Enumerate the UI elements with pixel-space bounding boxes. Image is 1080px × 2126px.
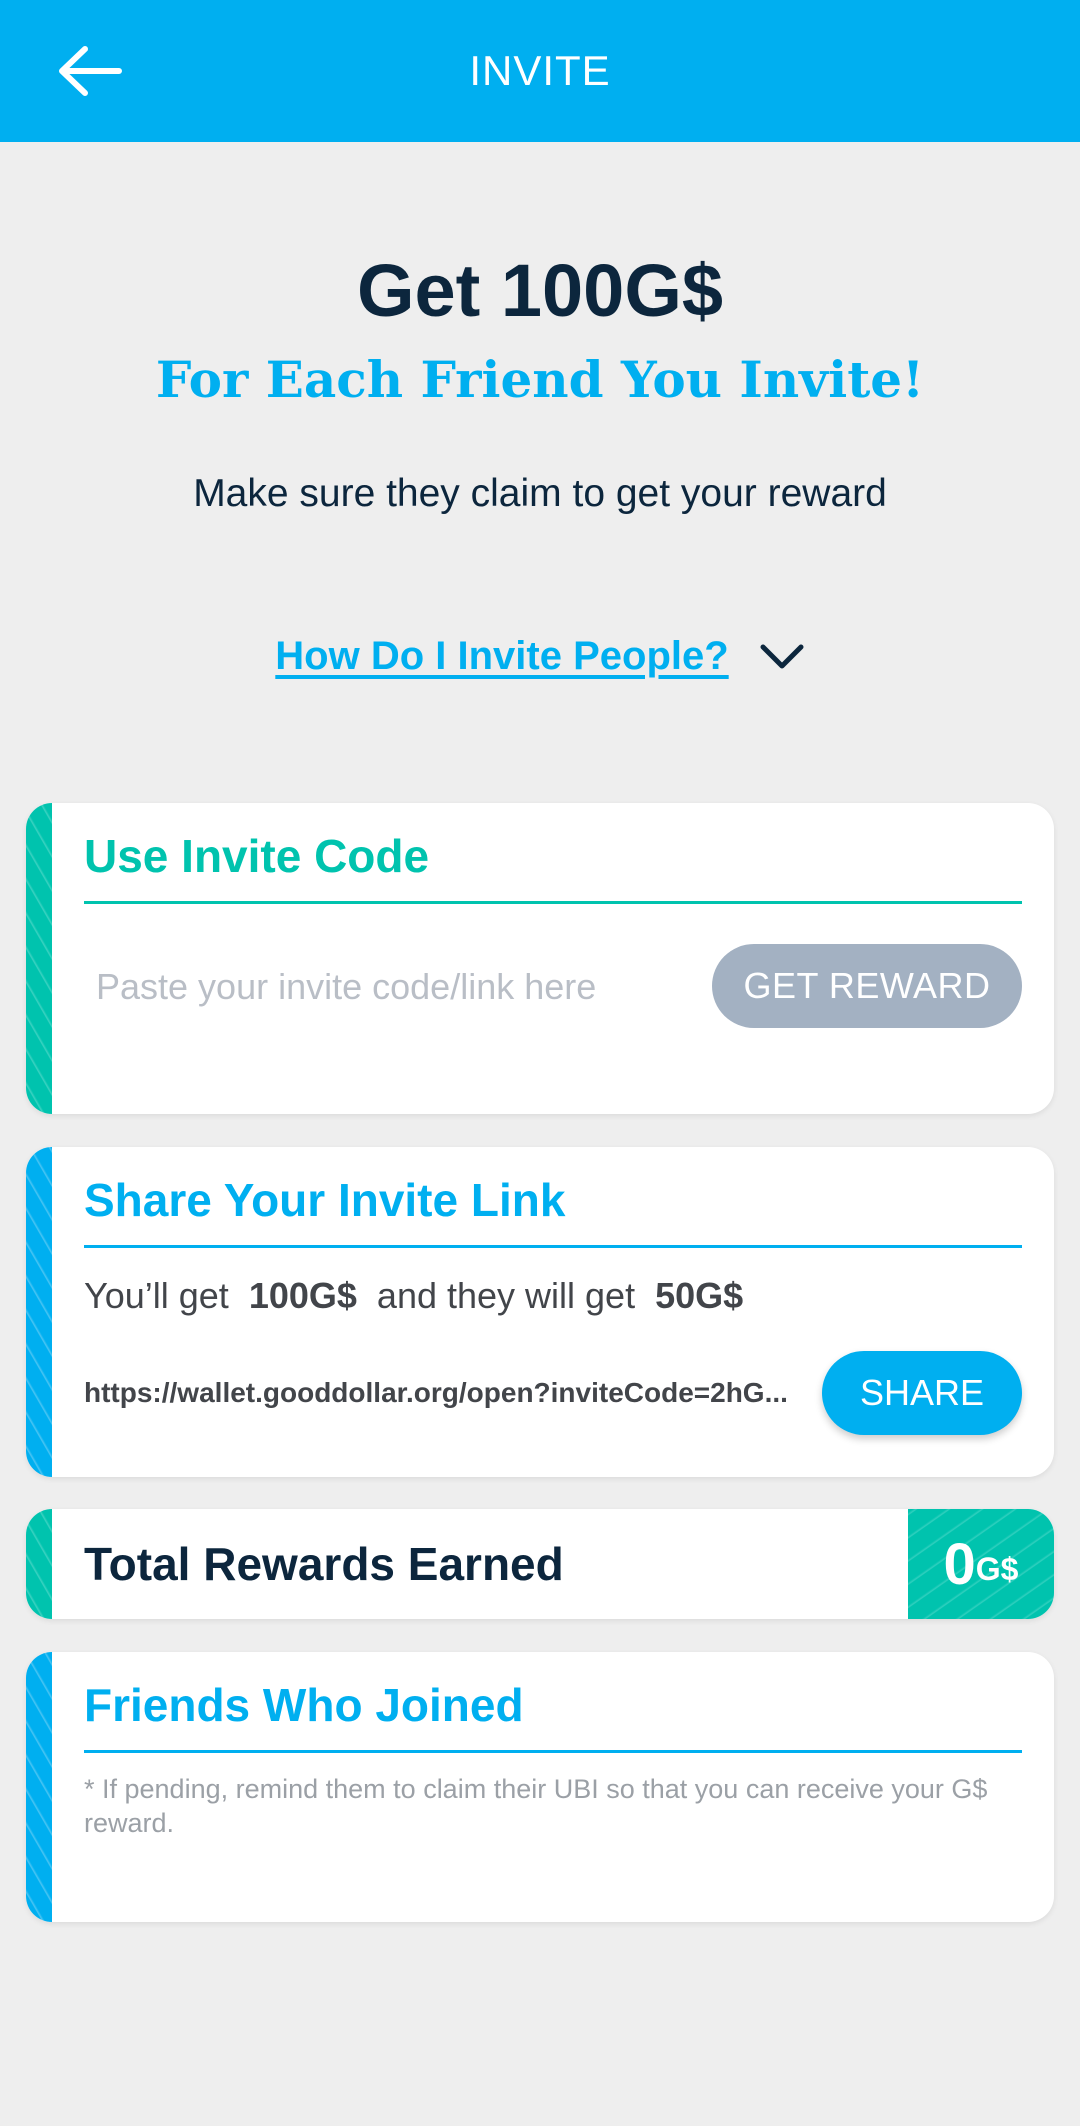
how-to-invite-link[interactable]: How Do I Invite People? (275, 634, 728, 679)
they-get-amount: 50G$ (655, 1275, 744, 1316)
reward-description: Make sure they claim to get your reward (193, 472, 887, 515)
get-reward-button[interactable]: GET REWARD (712, 944, 1022, 1028)
you-get-amount: 100G$ (248, 1275, 357, 1316)
total-rewards-unit: G$ (975, 1550, 1019, 1587)
total-rewards-label: Total Rewards Earned (84, 1538, 564, 1590)
share-text-prefix: You’ll get (84, 1275, 229, 1316)
how-to-invite-toggle[interactable]: How Do I Invite People? (0, 634, 1080, 679)
total-rewards-badge: 0 G$ (908, 1509, 1054, 1619)
reward-subheadline: For Each Friend You Invite! (155, 350, 925, 409)
arrow-left-icon (59, 46, 122, 96)
card-accent-stripe (26, 1147, 52, 1477)
share-link-card: Share Your Invite Link You’ll get 100G$ … (26, 1147, 1054, 1477)
invite-code-card: Use Invite Code GET REWARD (26, 803, 1054, 1114)
share-reward-text: You’ll get 100G$ and they will get 50G$ (84, 1275, 743, 1317)
invite-link-url[interactable]: https://wallet.gooddollar.org/open?invit… (84, 1377, 824, 1409)
share-button[interactable]: SHARE (822, 1351, 1022, 1435)
card-accent-stripe (26, 803, 52, 1114)
friends-pending-note: * If pending, remind them to claim their… (84, 1774, 988, 1838)
reward-headline: Get 100G$ (356, 249, 724, 332)
invite-code-heading: Use Invite Code (84, 829, 1022, 904)
page-title: INVITE (469, 47, 611, 94)
back-button[interactable] (50, 38, 130, 104)
friends-joined-card: Friends Who Joined * If pending, remind … (26, 1652, 1054, 1922)
share-text-middle: and they will get (376, 1275, 636, 1316)
total-rewards-card: Total Rewards Earned 0 G$ (26, 1509, 1054, 1619)
total-rewards-amount: 0 (943, 1531, 976, 1597)
share-link-heading: Share Your Invite Link (84, 1173, 1022, 1248)
top-bar: INVITE (0, 0, 1080, 142)
friends-joined-heading: Friends Who Joined (84, 1678, 1022, 1753)
chevron-down-icon[interactable] (759, 642, 805, 672)
card-accent-stripe (26, 1652, 52, 1922)
card-accent-stripe (26, 1509, 52, 1619)
invite-code-input[interactable] (96, 943, 656, 1031)
